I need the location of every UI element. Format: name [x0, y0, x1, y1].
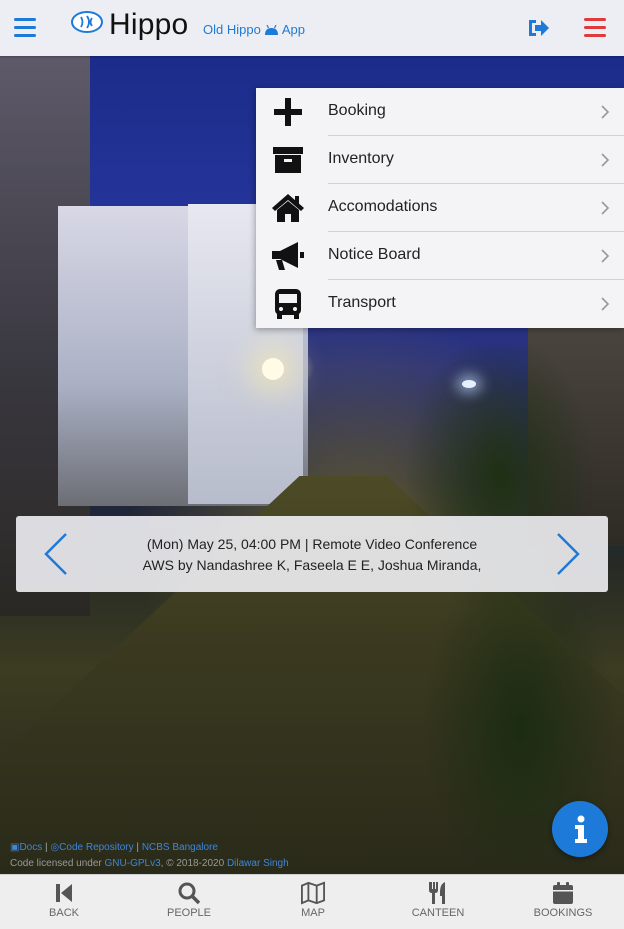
ncbs-link[interactable]: NCBS Bangalore	[142, 842, 218, 853]
main-menu-button[interactable]	[14, 18, 36, 38]
secondary-menu-button[interactable]	[584, 18, 606, 38]
menu-item-label: Accomodations	[328, 198, 438, 215]
nav-label: BOOKINGS	[533, 907, 593, 919]
megaphone-icon	[272, 242, 304, 270]
nav-bookings[interactable]: BOOKINGS	[513, 881, 613, 927]
menu-item-label: Notice Board	[328, 246, 421, 263]
plus-icon	[274, 98, 302, 126]
calendar-icon	[553, 882, 573, 904]
nav-back[interactable]: BACK	[14, 881, 114, 927]
menu-item-inventory[interactable]: Inventory	[256, 136, 624, 184]
bus-icon	[275, 289, 301, 319]
brand-title: Hippo	[109, 8, 189, 41]
old-hippo-label: Old Hippo	[203, 22, 261, 37]
chevron-right-icon	[601, 297, 610, 311]
event-line-1: (Mon) May 25, 04:00 PM | Remote Video Co…	[146, 536, 478, 552]
menu-item-booking[interactable]: Booking	[256, 88, 624, 136]
nav-canteen[interactable]: CANTEEN	[388, 881, 488, 927]
menu-item-notice-board[interactable]: Notice Board	[256, 232, 624, 280]
nav-label: BACK	[49, 907, 79, 919]
event-carousel: (Mon) May 25, 04:00 PM | Remote Video Co…	[16, 516, 608, 592]
old-hippo-app-link[interactable]: Old Hippo App	[203, 22, 305, 37]
license-notice: Code licensed under GNU-GPLv3, © 2018-20…	[10, 858, 289, 869]
info-icon	[575, 815, 587, 843]
carousel-prev-button[interactable]	[42, 532, 70, 576]
info-button[interactable]	[552, 801, 608, 857]
footer-credits: ▣Docs | ◎Code Repository | NCBS Bangalor…	[10, 842, 218, 853]
map-icon	[301, 881, 325, 905]
nav-label: PEOPLE	[166, 907, 212, 919]
utensils-icon	[429, 882, 445, 904]
license-link[interactable]: GNU-GPLv3	[105, 858, 161, 869]
license-prefix: Code licensed under	[10, 858, 102, 869]
menu-item-transport[interactable]: Transport	[256, 280, 624, 328]
bottom-nav: BACK PEOPLE MAP CANTEEN BOOKINGS	[0, 874, 624, 929]
back-icon	[56, 884, 72, 902]
menu-item-label: Booking	[328, 102, 386, 119]
menu-item-label: Inventory	[328, 150, 394, 167]
sign-out-icon[interactable]	[527, 18, 549, 38]
archive-icon	[273, 147, 303, 173]
chevron-right-icon	[601, 153, 610, 167]
license-year: , © 2018-2020	[160, 858, 225, 869]
nav-people[interactable]: PEOPLE	[139, 881, 239, 927]
android-icon	[264, 24, 278, 35]
chevron-right-icon	[601, 249, 610, 263]
menu-item-accomodations[interactable]: Accomodations	[256, 184, 624, 232]
author-link[interactable]: Dilawar Singh	[227, 858, 289, 869]
menu-item-label: Transport	[328, 294, 396, 311]
search-icon	[178, 882, 201, 905]
carousel-next-button[interactable]	[554, 532, 582, 576]
dropdown-menu: Booking Inventory Accomodations Notice B…	[256, 88, 624, 328]
chevron-right-icon	[601, 201, 610, 215]
home-icon	[272, 194, 304, 222]
nav-label: MAP	[301, 907, 325, 919]
hippo-logo-icon	[71, 11, 103, 33]
docs-link[interactable]: ▣Docs	[10, 842, 42, 853]
top-app-bar: Hippo Old Hippo App	[0, 0, 624, 56]
chevron-right-icon	[601, 105, 610, 119]
event-summary[interactable]: (Mon) May 25, 04:00 PM | Remote Video Co…	[106, 534, 518, 576]
nav-map[interactable]: MAP	[263, 881, 363, 927]
nav-label: CANTEEN	[411, 907, 465, 919]
old-hippo-app-suffix: App	[281, 22, 305, 37]
event-line-2: AWS by Nandashree K, Faseela E E, Joshua…	[142, 557, 482, 573]
code-repository-link[interactable]: ◎Code Repository	[50, 842, 133, 853]
